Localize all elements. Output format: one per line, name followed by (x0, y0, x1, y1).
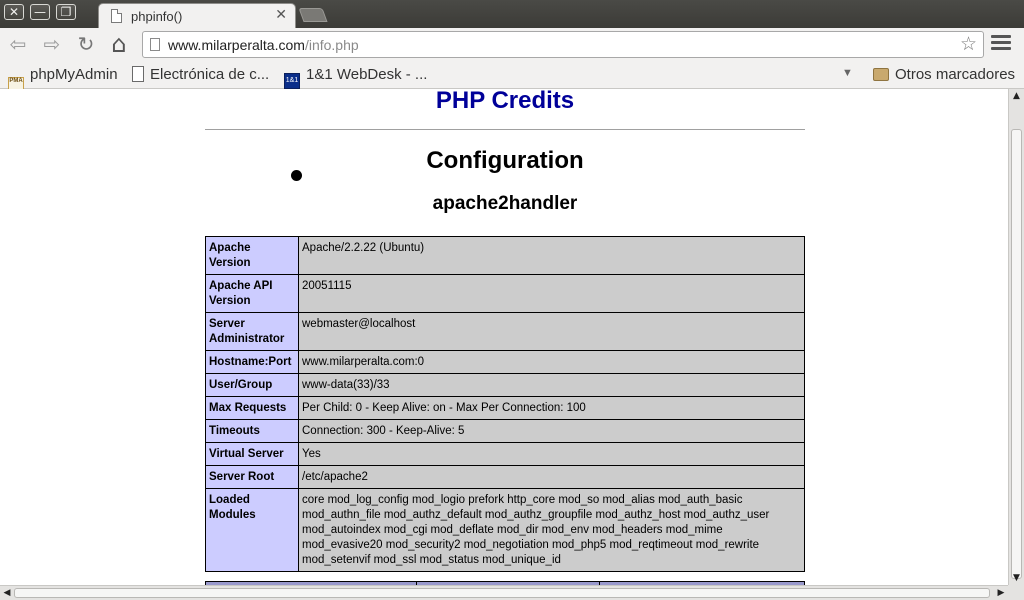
url-text[interactable]: www.milarperalta.com/info.php (168, 37, 359, 53)
row-value: webmaster@localhost (298, 312, 805, 351)
maximize-window-button[interactable]: ❐ (56, 4, 76, 20)
row-value: Yes (298, 442, 805, 466)
chrome-menu-icon[interactable] (991, 35, 1011, 53)
browser-toolbar: ⇦ ⇨ ↻ ⌂ www.milarperalta.com/info.php ☆ (0, 28, 1024, 61)
scroll-down-icon[interactable]: ▼ (1009, 571, 1024, 585)
configuration-heading: Configuration (426, 147, 584, 174)
bookmark-webdesk[interactable]: 1&1 1&1 WebDesk - ... (284, 65, 428, 89)
bookmark-phpmyadmin[interactable]: PMA phpMyAdmin (8, 65, 118, 93)
other-bookmarks-folder[interactable]: Otros marcadores (873, 65, 1015, 85)
row-value: Per Child: 0 - Keep Alive: on - Max Per … (298, 396, 805, 420)
scroll-left-icon[interactable]: ◀ (0, 586, 14, 600)
row-value: Apache/2.2.22 (Ubuntu) (298, 236, 805, 275)
scroll-up-icon[interactable]: ▲ (1009, 89, 1024, 103)
page-viewport: PHP Credits Configuration apache2handler… (0, 89, 1008, 585)
vertical-scroll-thumb[interactable] (1011, 129, 1022, 579)
table-row: Apache API Version 20051115 (205, 274, 805, 313)
bookmark-label: 1&1 WebDesk - ... (306, 66, 428, 83)
folder-icon (873, 68, 889, 81)
table-row: Timeouts Connection: 300 - Keep-Alive: 5 (205, 419, 805, 443)
close-window-button[interactable]: ✕ (4, 4, 24, 20)
horizontal-scroll-thumb[interactable] (14, 588, 990, 598)
bookmark-star-icon[interactable]: ☆ (960, 33, 977, 55)
php-credits-link[interactable]: PHP Credits (205, 89, 805, 117)
table-row: Virtual Server Yes (205, 442, 805, 466)
table-row: User/Group www-data(33)/33 (205, 373, 805, 397)
url-host: www.milarperalta.com (168, 37, 305, 53)
scroll-right-icon[interactable]: ▶ (994, 586, 1008, 600)
row-label: Loaded Modules (205, 488, 299, 572)
document-icon (132, 66, 144, 82)
table-row: Server Root/etc/apache2 (205, 465, 805, 489)
row-label: Hostname:Port (205, 350, 299, 374)
table-row: Hostname:Port www.milarperalta.com:0 (205, 350, 805, 374)
table-row: Loaded Modules core mod_log_config mod_lo… (205, 488, 805, 572)
table-row: Max Requests Per Child: 0 - Keep Alive: o… (205, 396, 805, 420)
page-icon (111, 9, 122, 23)
row-label: Apache API Version (205, 274, 299, 313)
menu-bar (991, 47, 1011, 50)
row-label: Server Administrator (205, 312, 299, 351)
title-bar: ✕ — ❐ phpinfo() ✕ (0, 0, 1024, 29)
table-row: Apache Version Apache/2.2.22 (Ubuntu) (205, 236, 805, 275)
row-value: Connection: 300 - Keep-Alive: 5 (298, 419, 805, 443)
apache-info-table: Apache Version Apache/2.2.22 (Ubuntu) Apa… (205, 236, 805, 572)
menu-bar (991, 41, 1011, 44)
active-tab[interactable]: phpinfo() ✕ (98, 3, 296, 29)
reload-icon[interactable]: ↻ (74, 32, 98, 56)
new-tab-button[interactable] (298, 8, 328, 22)
module-heading: apache2handler (432, 193, 578, 214)
divider (205, 129, 805, 130)
home-icon[interactable]: ⌂ (107, 32, 131, 56)
tab-title: phpinfo() (131, 9, 183, 24)
row-label: Apache Version (205, 236, 299, 275)
bookmarks-bar: PMA phpMyAdmin Electrónica de c... 1&1 1&1… (0, 61, 1024, 93)
minimize-window-button[interactable]: — (30, 4, 50, 20)
bookmark-label: Electrónica de c... (150, 66, 270, 83)
row-value: 20051115 (298, 274, 805, 313)
page-icon (150, 38, 160, 51)
back-icon[interactable]: ⇦ (6, 32, 30, 56)
phpinfo-content: PHP Credits Configuration apache2handler… (205, 89, 805, 585)
bookmarks-overflow-icon[interactable]: ▼ (842, 67, 853, 79)
scrollbar-corner (1008, 585, 1024, 600)
bookmark-electronica[interactable]: Electrónica de c... (132, 65, 269, 85)
webdesk-icon: 1&1 (284, 73, 300, 89)
row-label: User/Group (205, 373, 299, 397)
forward-icon[interactable]: ⇨ (40, 32, 64, 56)
tab-close-icon[interactable]: ✕ (275, 7, 287, 23)
url-path: /info.php (304, 37, 359, 53)
row-label: Server Root (205, 465, 299, 489)
row-value: /etc/apache2 (298, 465, 805, 489)
row-value: www-data(33)/33 (298, 373, 805, 397)
row-value: core mod_log_config mod_logio prefork ht… (298, 488, 805, 572)
address-bar[interactable]: www.milarperalta.com/info.php ☆ (142, 31, 984, 58)
row-value: www.milarperalta.com:0 (298, 350, 805, 374)
row-label: Virtual Server (205, 442, 299, 466)
menu-bar (991, 35, 1011, 38)
table-row: Server Administrator webmaster@localhost (205, 312, 805, 351)
row-label: Max Requests (205, 396, 299, 420)
other-bookmarks-label: Otros marcadores (895, 66, 1016, 83)
horizontal-scrollbar[interactable]: ◀ ▶ (0, 585, 1008, 600)
bookmark-label: phpMyAdmin (30, 66, 118, 83)
row-label: Timeouts (205, 419, 299, 443)
vertical-scrollbar[interactable]: ▲ ▼ (1008, 89, 1024, 585)
